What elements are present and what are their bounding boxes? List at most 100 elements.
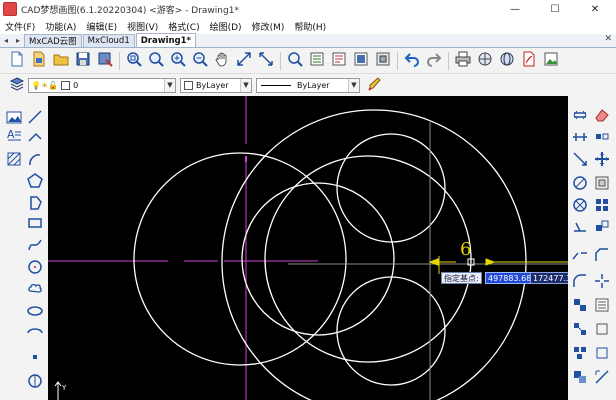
move-button[interactable] (592, 150, 612, 170)
tab-mxcloud1[interactable]: MxCloud1 (82, 34, 135, 47)
zoom-realtime-button[interactable] (233, 50, 255, 72)
polygon-button[interactable] (25, 172, 45, 192)
zoom-out-button[interactable] (189, 50, 211, 72)
stretch-button[interactable] (570, 150, 590, 170)
ellipse-icon (27, 303, 43, 322)
block-button[interactable] (372, 50, 394, 72)
text-style-button[interactable] (328, 50, 350, 72)
new-file-button[interactable] (6, 50, 28, 72)
save-button[interactable] (72, 50, 94, 72)
trim-button[interactable] (570, 218, 590, 238)
tab-drawing1[interactable]: Drawing1* (135, 33, 196, 47)
menu-modify[interactable]: 修改(M) (247, 20, 290, 33)
rotate-button[interactable] (570, 174, 590, 194)
circle-button[interactable] (25, 258, 45, 278)
fillet-icon (572, 273, 588, 292)
undo-button[interactable] (401, 50, 423, 72)
export-image-button[interactable] (540, 50, 562, 72)
menu-function[interactable]: 功能(A) (40, 20, 81, 33)
menu-format[interactable]: 格式(C) (163, 20, 204, 33)
point-button[interactable] (25, 348, 45, 368)
tab-mxcad-cloud[interactable]: MxCAD云图 (24, 34, 82, 47)
eraser-icon (594, 107, 610, 126)
drawing-geometry (48, 96, 568, 400)
color-select[interactable]: ByLayer ▼ (180, 77, 252, 93)
extend-button[interactable] (592, 218, 612, 238)
match-properties-button[interactable] (364, 74, 386, 96)
tab-scroll-right-button[interactable]: ▸ (12, 34, 24, 47)
open-folder-button[interactable] (50, 50, 72, 72)
menu-help[interactable]: 帮助(H) (289, 20, 331, 33)
menu-view[interactable]: 视图(V) (122, 20, 163, 33)
open-file-button[interactable] (28, 50, 50, 72)
close-button[interactable]: ✕ (580, 0, 610, 18)
layer-properties-button[interactable] (306, 50, 328, 72)
align-button[interactable] (570, 296, 590, 316)
minimize-button[interactable]: — (500, 0, 530, 18)
linetype-select[interactable]: ByLayer ▼ (256, 77, 360, 93)
export-pdf-button[interactable] (518, 50, 540, 72)
menu-edit[interactable]: 编辑(E) (81, 20, 122, 33)
scale-button[interactable] (570, 196, 590, 216)
rotate-icon (572, 175, 588, 194)
layer-select[interactable]: 💡☀🔓 0 ▼ (28, 77, 176, 93)
erase-button[interactable] (570, 106, 590, 126)
revision-cloud-button[interactable] (25, 280, 45, 300)
copy-icon (572, 129, 588, 148)
chamfer-icon (594, 247, 610, 266)
coordinate-y-input[interactable]: 172477.374 (530, 272, 568, 284)
print-icon (455, 51, 471, 70)
layer-manager-button[interactable] (6, 74, 28, 96)
eraser-button[interactable] (592, 106, 612, 126)
ungroup-button[interactable] (592, 344, 612, 364)
zoom-extents-button[interactable] (145, 50, 167, 72)
break-button[interactable] (570, 246, 590, 266)
region-button[interactable] (25, 194, 45, 214)
polyline-button[interactable] (25, 126, 45, 146)
join-button[interactable] (570, 320, 590, 340)
group-button[interactable] (570, 344, 590, 364)
menu-file[interactable]: 文件(F) (0, 20, 40, 33)
offset-button[interactable] (592, 174, 612, 194)
redo-button[interactable] (423, 50, 445, 72)
drawing-canvas[interactable]: 6 指定基点: 497883.687 172477.374 Y (48, 96, 568, 400)
list-button[interactable] (592, 320, 612, 340)
tab-scroll-left-button[interactable]: ◂ (0, 34, 12, 47)
explode-button[interactable] (592, 272, 612, 292)
menu-draw[interactable]: 绘图(D) (205, 20, 247, 33)
insert-image-button[interactable] (4, 108, 24, 128)
draworder-button[interactable] (570, 368, 590, 388)
table-button[interactable] (25, 372, 45, 392)
cloud-button[interactable] (474, 50, 496, 72)
ellipse-button[interactable] (25, 302, 45, 322)
svg-text:A: A (7, 128, 15, 141)
publish-button[interactable] (496, 50, 518, 72)
chamfer-button[interactable] (592, 246, 612, 266)
pan-button[interactable] (211, 50, 233, 72)
spline-button[interactable] (25, 236, 45, 256)
ellipse-arc-button[interactable] (25, 324, 45, 344)
zoom-fit-button[interactable] (255, 50, 277, 72)
dim-style-button[interactable] (350, 50, 372, 72)
hatch-button[interactable] (4, 150, 24, 170)
rectangle-icon (27, 215, 43, 234)
fillet-button[interactable] (570, 272, 590, 292)
table-icon (27, 373, 43, 392)
save-as-button[interactable] (94, 50, 116, 72)
mtext-button[interactable]: A (4, 126, 24, 146)
rectangle-button[interactable] (25, 214, 45, 234)
copy-button[interactable] (570, 128, 590, 148)
zoom-in-button[interactable] (167, 50, 189, 72)
maximize-button[interactable]: ☐ (540, 0, 570, 18)
measure-button[interactable] (284, 50, 306, 72)
array-button[interactable] (592, 196, 612, 216)
lengthen-button[interactable] (592, 368, 612, 388)
text-icon: A (6, 127, 22, 146)
line-button[interactable] (25, 108, 45, 128)
arc-button[interactable] (25, 150, 45, 170)
close-tab-button[interactable]: ✕ (604, 34, 612, 44)
zoom-window-button[interactable] (123, 50, 145, 72)
mirror-button[interactable] (592, 128, 612, 148)
print-button[interactable] (452, 50, 474, 72)
properties-button[interactable] (592, 296, 612, 316)
